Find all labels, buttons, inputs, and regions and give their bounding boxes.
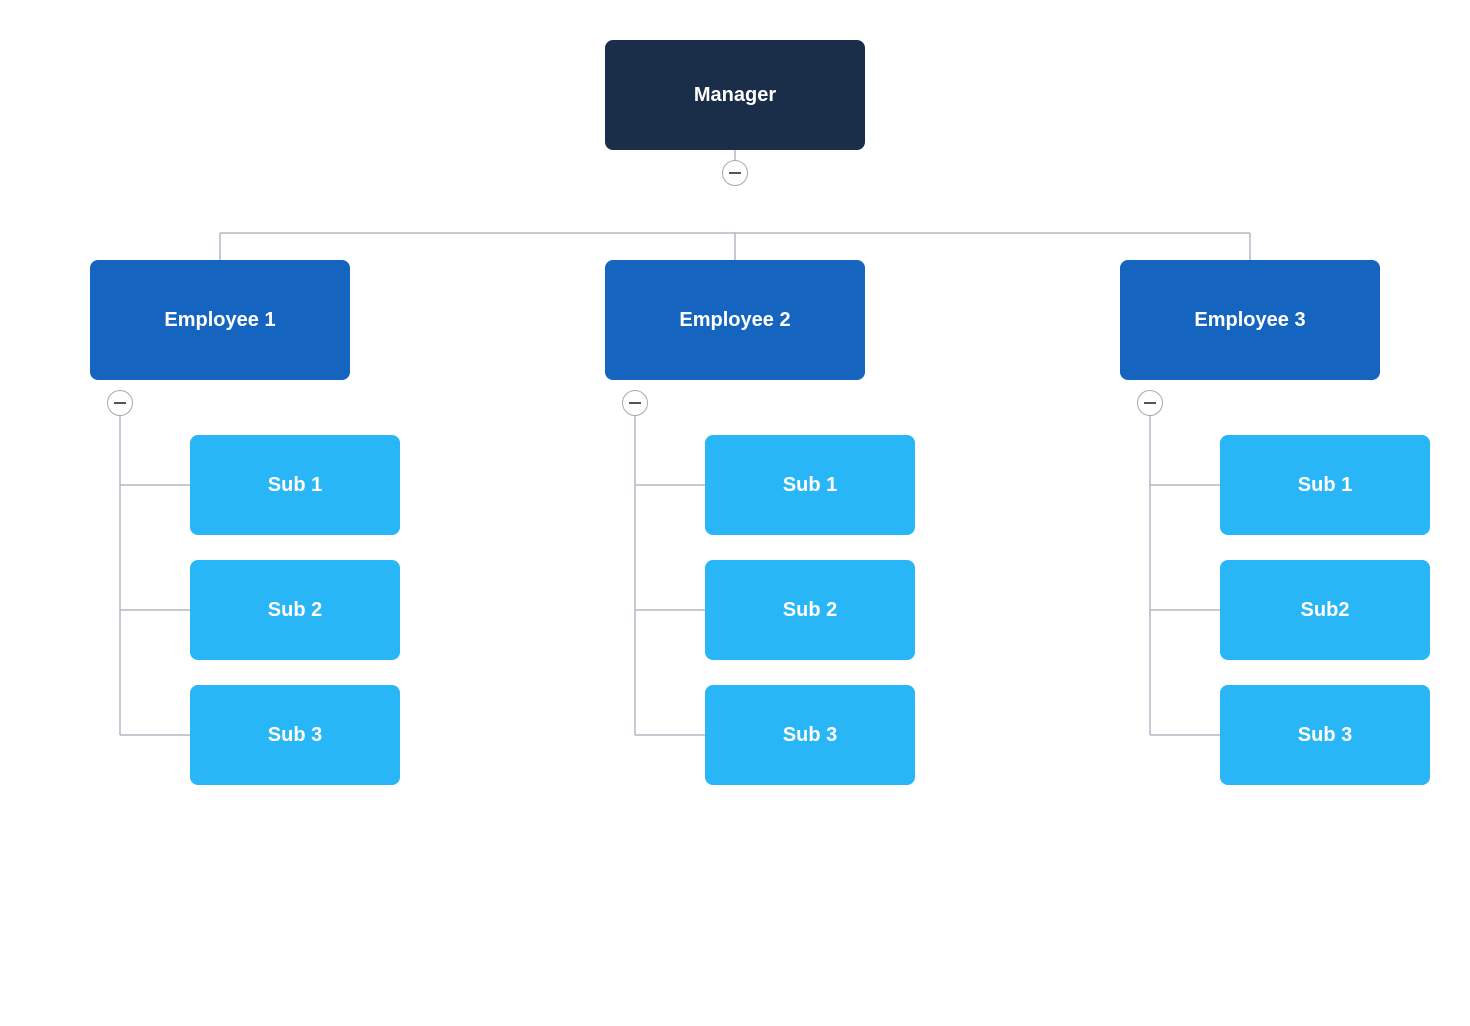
emp2-sub2-node[interactable]: Sub 2 xyxy=(705,560,915,660)
emp3-sub2-node[interactable]: Sub2 xyxy=(1220,560,1430,660)
manager-node[interactable]: Manager xyxy=(605,40,865,150)
employee1-node[interactable]: Employee 1 xyxy=(90,260,350,380)
emp1-sub2-node[interactable]: Sub 2 xyxy=(190,560,400,660)
emp3-sub3-node[interactable]: Sub 3 xyxy=(1220,685,1430,785)
collapse-manager-button[interactable] xyxy=(722,160,748,186)
emp1-sub1-node[interactable]: Sub 1 xyxy=(190,435,400,535)
collapse-emp1-button[interactable] xyxy=(107,390,133,416)
chart-container: Manager Employee 1 Employee 2 Employee 3… xyxy=(60,40,1410,990)
org-chart: Manager Employee 1 Employee 2 Employee 3… xyxy=(0,0,1470,1026)
emp2-sub3-node[interactable]: Sub 3 xyxy=(705,685,915,785)
collapse-emp2-button[interactable] xyxy=(622,390,648,416)
collapse-emp3-button[interactable] xyxy=(1137,390,1163,416)
employee3-node[interactable]: Employee 3 xyxy=(1120,260,1380,380)
emp1-sub3-node[interactable]: Sub 3 xyxy=(190,685,400,785)
emp2-sub1-node[interactable]: Sub 1 xyxy=(705,435,915,535)
employee2-node[interactable]: Employee 2 xyxy=(605,260,865,380)
emp3-sub1-node[interactable]: Sub 1 xyxy=(1220,435,1430,535)
